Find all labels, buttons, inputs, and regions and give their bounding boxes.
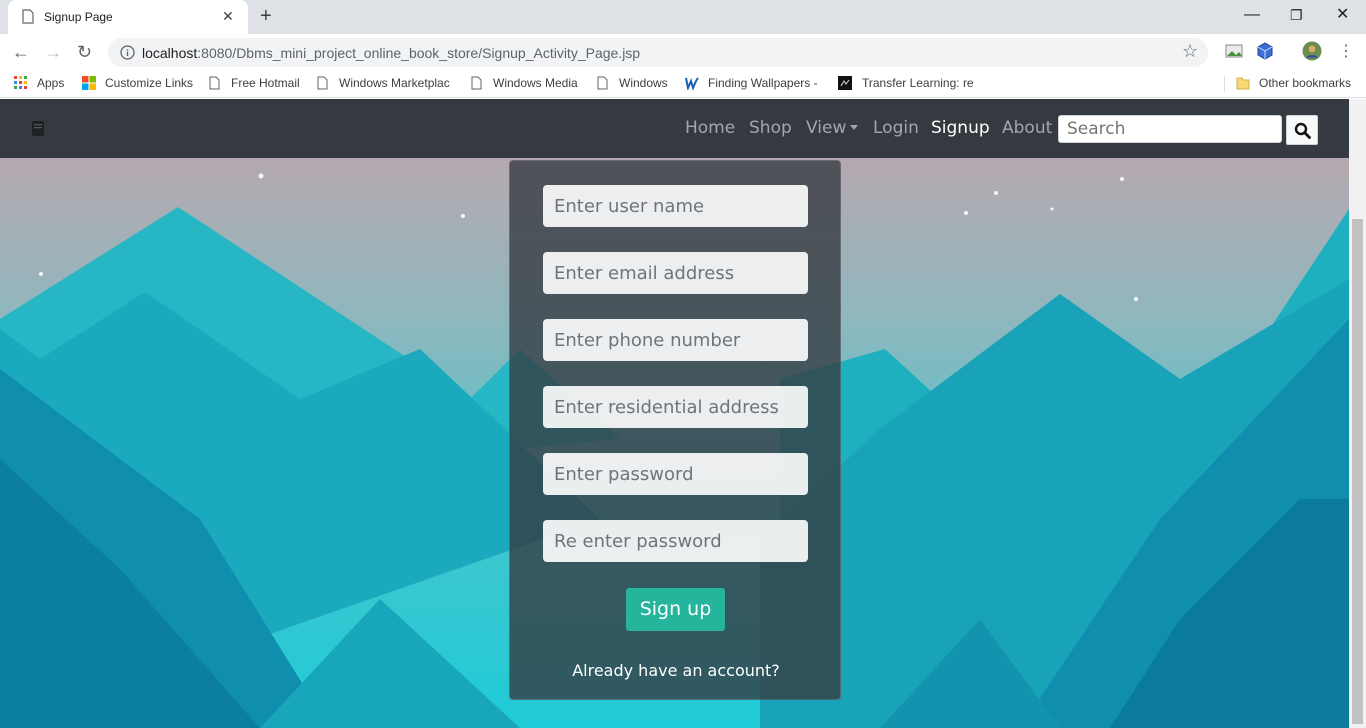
apps-grid-icon	[14, 76, 27, 89]
nav-about-link[interactable]: About	[1002, 118, 1052, 138]
page-scrollbar[interactable]	[1349, 99, 1366, 728]
search-input[interactable]	[1058, 115, 1282, 143]
folder-icon	[1236, 77, 1250, 90]
transfer-learning-site-icon	[838, 76, 852, 90]
bookmark-windows-marketplace[interactable]: Windows Marketplac	[339, 76, 451, 90]
reload-icon[interactable]: ↻	[77, 41, 92, 63]
image-extension-icon[interactable]	[1225, 42, 1243, 60]
nav-login-link[interactable]: Login	[873, 118, 919, 138]
cube-extension-icon[interactable]	[1256, 42, 1274, 60]
page-icon	[22, 9, 34, 24]
login-link[interactable]: Already have an account?	[510, 661, 842, 680]
bookmark-customize-links[interactable]: Customize Links	[105, 76, 193, 90]
bookmarks-bar: Apps Customize Links Free Hotmail Window…	[0, 70, 1366, 98]
url-text[interactable]: localhost:8080/Dbms_mini_project_online_…	[142, 45, 640, 61]
address-bar[interactable]: localhost:8080/Dbms_mini_project_online_…	[108, 38, 1208, 67]
password-input[interactable]	[543, 453, 808, 495]
signup-form: Sign up Already have an account?	[509, 160, 841, 700]
address-input[interactable]	[543, 386, 808, 428]
bookmark-apps[interactable]: Apps	[37, 76, 64, 90]
nav-home-link[interactable]: Home	[685, 118, 735, 138]
browser-toolbar: ← → ↻ localhost:8080/Dbms_mini_project_o…	[0, 34, 1366, 70]
scrollbar-thumb[interactable]	[1352, 219, 1363, 724]
caret-down-icon	[850, 125, 859, 130]
menu-dots-icon[interactable]: ⋮	[1338, 41, 1354, 63]
book-icon[interactable]	[31, 121, 45, 136]
bookmark-windows-media[interactable]: Windows Media	[493, 76, 578, 90]
nav-view-dropdown[interactable]: View	[806, 118, 859, 138]
bookmark-finding-wallpapers[interactable]: Finding Wallpapers -	[708, 76, 818, 90]
minimize-button[interactable]: —	[1244, 5, 1260, 25]
page-icon	[471, 76, 482, 90]
wallpaper-site-icon	[685, 77, 699, 90]
bookmark-divider	[1224, 76, 1225, 92]
page-icon	[597, 76, 608, 90]
site-navbar: Home Shop View Login Signup About	[0, 99, 1349, 158]
search-icon	[1294, 122, 1311, 139]
profile-avatar[interactable]	[1302, 41, 1322, 61]
search-button[interactable]	[1286, 115, 1318, 145]
back-arrow-icon[interactable]: ←	[12, 41, 30, 63]
bookmark-free-hotmail[interactable]: Free Hotmail	[231, 76, 300, 90]
windows-logo-icon	[82, 76, 96, 90]
close-tab-icon[interactable]: ✕	[222, 8, 234, 24]
confirm-password-input[interactable]	[543, 520, 808, 562]
email-input[interactable]	[543, 252, 808, 294]
nav-shop-link[interactable]: Shop	[749, 118, 792, 138]
page-icon	[209, 76, 220, 90]
browser-tab[interactable]: Signup Page ✕	[8, 0, 248, 34]
username-input[interactable]	[543, 185, 808, 227]
page-viewport: Home Shop View Login Signup About Sign u…	[0, 99, 1349, 728]
signup-button[interactable]: Sign up	[626, 588, 725, 631]
new-tab-button[interactable]: +	[260, 5, 272, 27]
bookmark-star-icon[interactable]: ☆	[1182, 41, 1198, 62]
tab-title: Signup Page	[44, 10, 113, 24]
bookmark-windows[interactable]: Windows	[619, 76, 668, 90]
bookmark-transfer-learning[interactable]: Transfer Learning: ret	[862, 76, 974, 90]
restore-button[interactable]: ❐	[1290, 5, 1303, 25]
other-bookmarks[interactable]: Other bookmarks	[1259, 76, 1351, 90]
tab-strip: Signup Page ✕ + — ❐ ✕	[0, 0, 1366, 34]
page-icon	[317, 76, 328, 90]
info-icon[interactable]	[120, 45, 135, 60]
forward-arrow-icon[interactable]: →	[44, 41, 62, 63]
close-window-button[interactable]: ✕	[1336, 5, 1349, 25]
nav-signup-link[interactable]: Signup	[931, 118, 990, 138]
phone-input[interactable]	[543, 319, 808, 361]
